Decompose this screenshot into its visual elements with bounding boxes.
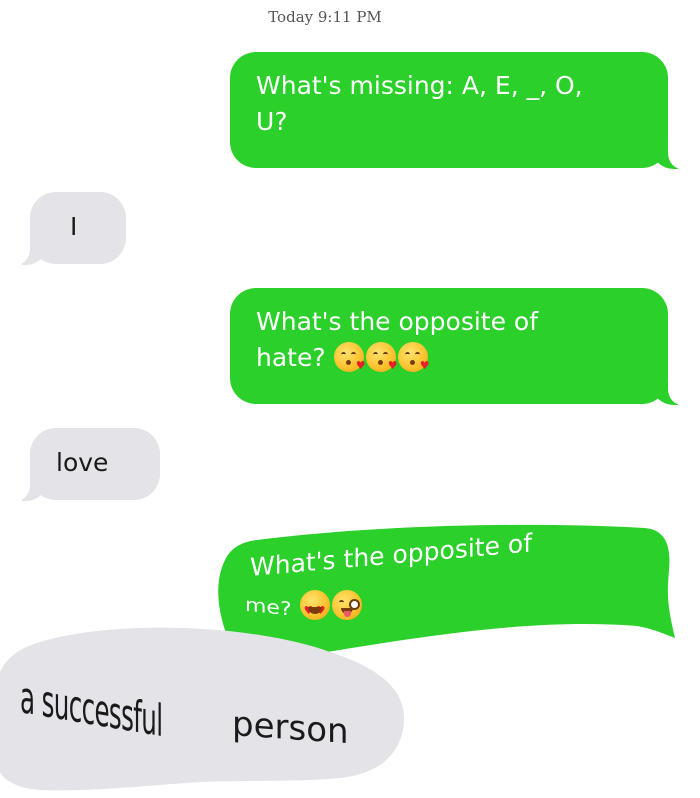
message-line: What's the opposite of <box>256 307 539 336</box>
message-line: U? <box>256 107 288 136</box>
message-line-text: hate? <box>256 343 326 372</box>
bubble-tail <box>652 139 692 169</box>
message-text: person <box>232 704 349 752</box>
message-text: love <box>56 448 109 477</box>
message-line: What's missing: A, E, _, O, <box>256 71 583 100</box>
bubble-tail <box>652 375 692 405</box>
message-line: hate? ♥ ♥ ♥ <box>256 340 646 376</box>
bubble-tail <box>8 471 46 501</box>
message-text: What's the opposite of hate? ♥ ♥ ♥ <box>256 304 646 376</box>
message-text: a successful <box>20 672 250 747</box>
message-timestamp: Today 9:11 PM <box>268 8 382 26</box>
message-text-part: person <box>232 704 349 753</box>
message-text: What's missing: A, E, _, O, U? <box>256 68 646 140</box>
sent-message-bubble[interactable]: What's the opposite of hate? ♥ ♥ ♥ <box>230 288 692 405</box>
received-message-bubble[interactable]: love <box>8 428 160 501</box>
kissing-heart-emoji: ♥ <box>333 342 366 372</box>
bubble-tail <box>8 235 46 265</box>
sent-message-bubble[interactable]: What's missing: A, E, _, O, U? <box>230 52 692 169</box>
received-message-bubble[interactable]: I <box>8 192 126 265</box>
received-message-bubble[interactable]: a successful person <box>0 612 418 798</box>
message-text: I <box>70 212 78 241</box>
kissing-heart-emoji: ♥ <box>365 342 398 372</box>
kissing-heart-emoji: ♥ <box>397 342 430 372</box>
